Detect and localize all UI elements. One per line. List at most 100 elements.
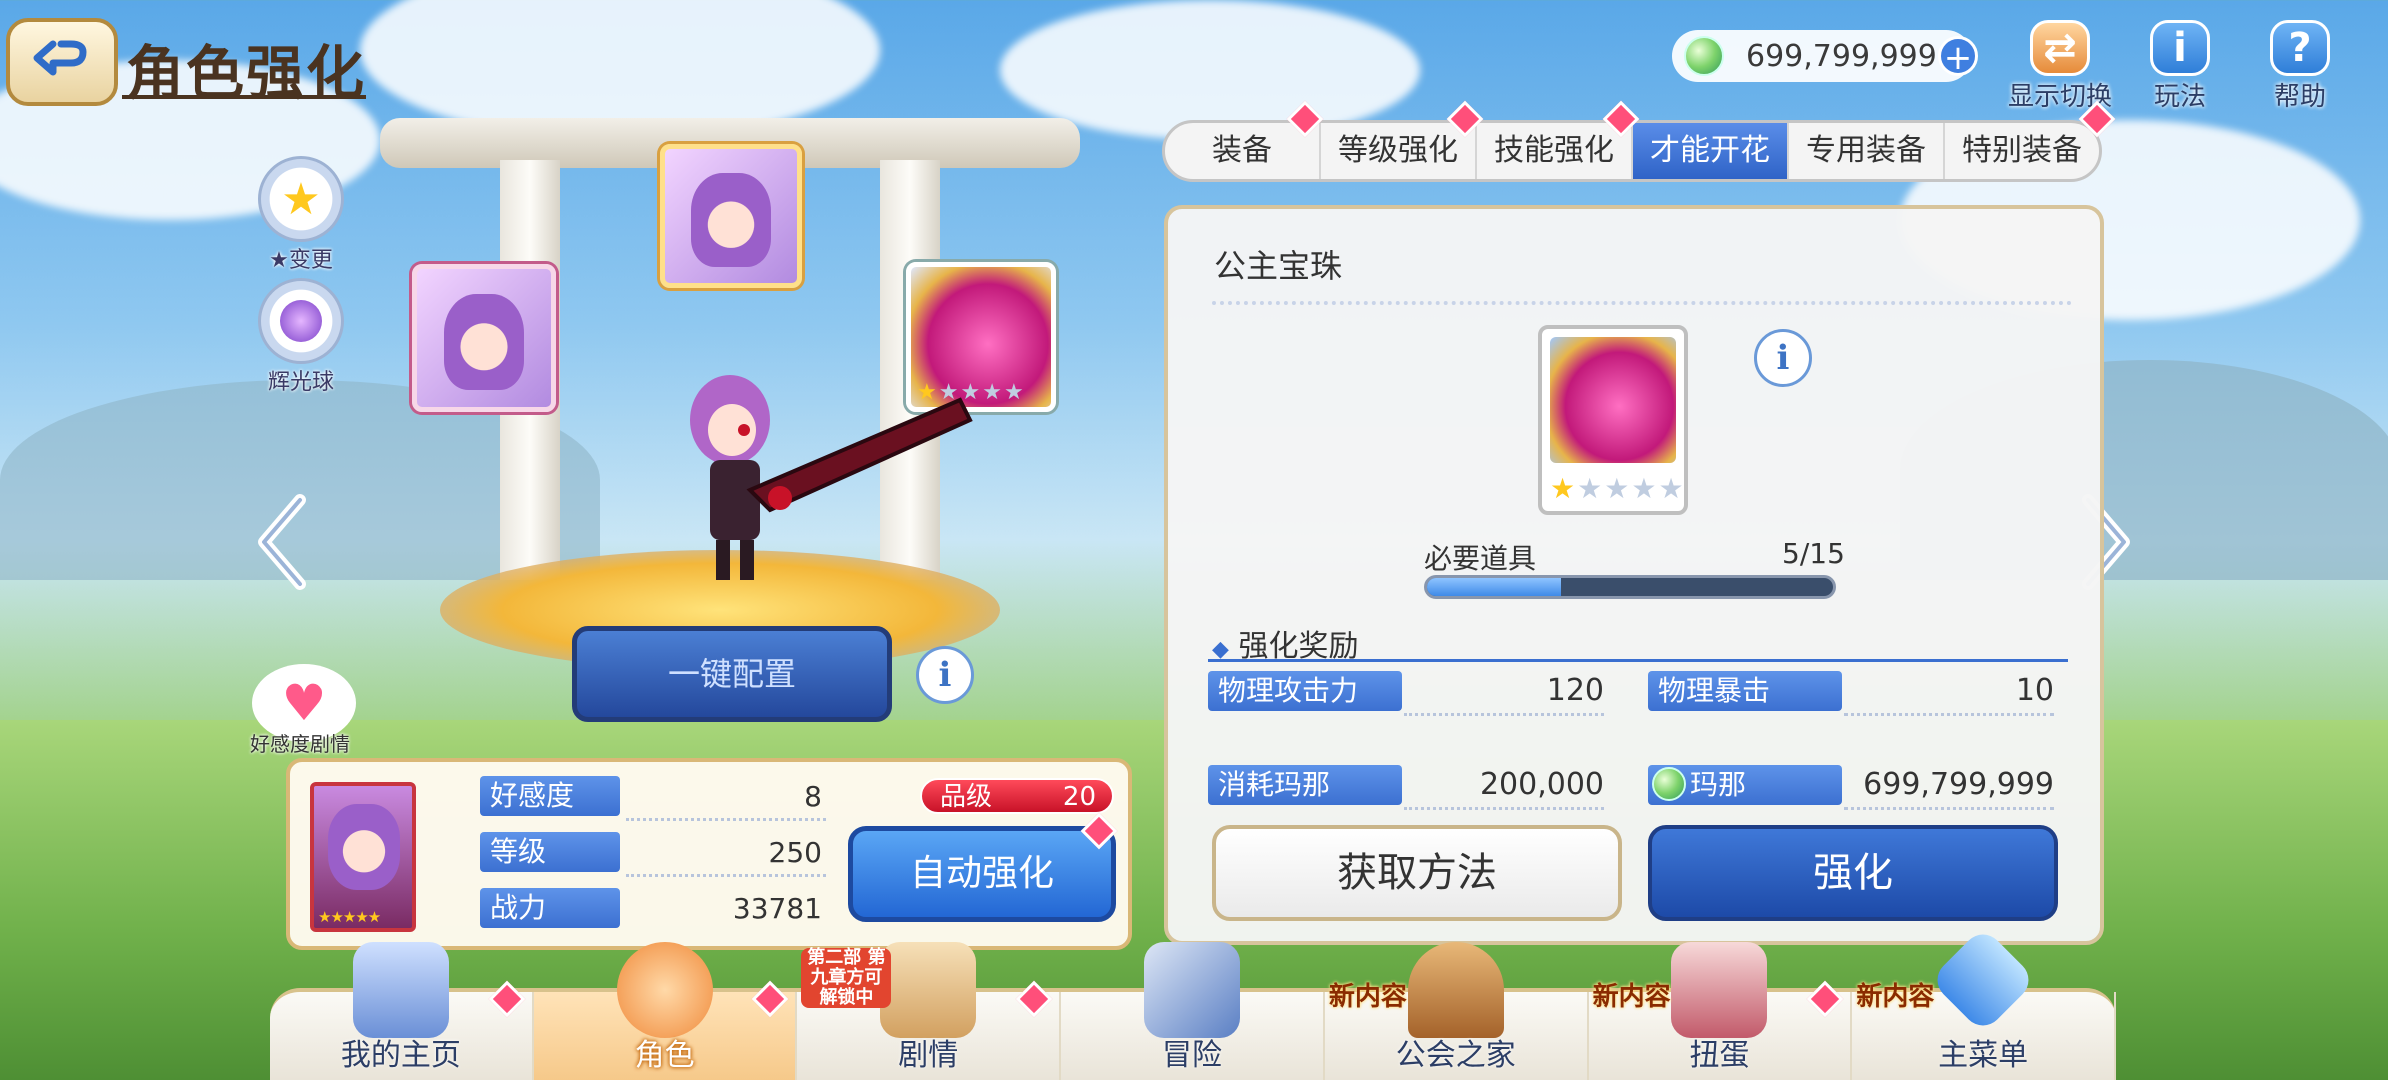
item-stars: ★ ★ ★ ★ ★ <box>1550 472 1684 505</box>
enhance-button[interactable]: 强化 <box>1648 825 2058 921</box>
character-switch-icon: ⇄ <box>2030 20 2090 76</box>
mana-icon <box>1652 767 1686 801</box>
required-items-count: 5/15 <box>1782 537 1845 570</box>
display-toggle-button[interactable]: ⇄ 显示切换 <box>2000 20 2120 113</box>
character-face <box>691 173 771 267</box>
obtain-method-button[interactable]: 获取方法 <box>1212 825 1622 921</box>
star-change-label: ★变更 <box>269 248 333 273</box>
character-icon <box>616 942 713 1038</box>
title-underline <box>122 95 366 99</box>
back-arrow-icon <box>33 40 87 76</box>
level-value: 250 <box>768 836 822 869</box>
gacha-machine-icon <box>1671 942 1768 1038</box>
gameplay-button[interactable]: i 玩法 <box>2120 20 2240 113</box>
mana-value: 699,799,999 <box>1863 767 2054 802</box>
nav-story-label: 剧情 <box>898 1038 959 1073</box>
star-change-button[interactable]: ★ ★变更 <box>258 156 344 274</box>
stat-label: 物理攻击力 <box>1208 671 1402 711</box>
row-divider <box>626 874 826 877</box>
affection-label: 好感度 <box>480 776 620 816</box>
talent-bloom-panel: 公主宝珠 ★ ★ ★ ★ ★ i 必要道具 5/15 ◆ 强化奖励 物理攻击力 120 … <box>1164 205 2104 945</box>
nav-character[interactable]: 角色 <box>533 942 798 1080</box>
affection-story-label: 好感度剧情 <box>250 732 350 756</box>
character-face <box>443 293 525 391</box>
stat-value: 120 <box>1546 673 1604 708</box>
door-icon <box>1407 942 1504 1038</box>
cost-mana-label: 消耗玛那 <box>1208 765 1402 805</box>
heart-icon: ♥ <box>281 674 327 732</box>
glow-orb-button[interactable]: 辉光球 <box>258 278 344 396</box>
required-items-label: 必要道具 <box>1424 542 1537 575</box>
stat-label: 物理暴击 <box>1648 671 1842 711</box>
character-portrait-normal[interactable] <box>412 264 556 412</box>
section-divider <box>1208 659 2068 662</box>
back-button[interactable] <box>6 18 118 106</box>
level-label: 等级 <box>480 832 620 872</box>
nav-character-label: 角色 <box>634 1038 695 1073</box>
nav-story[interactable]: 第二部 第九章方可 解锁中 剧情 <box>797 942 1062 1080</box>
currency-bar: 699,799,999 + <box>1672 30 1978 82</box>
jewel-icon <box>1684 36 1724 76</box>
nav-adventure-label: 冒险 <box>1162 1038 1223 1073</box>
glow-orb-label: 辉光球 <box>267 370 334 395</box>
help-button[interactable]: ? 帮助 <box>2240 20 2360 113</box>
nav-guild-house[interactable]: 新内容 公会之家 <box>1325 942 1589 1080</box>
glow-orb-icon <box>258 278 344 364</box>
princess-orb-item[interactable]: ★ ★ ★ ★ ★ <box>1538 325 1688 515</box>
power-value: 33781 <box>732 892 822 925</box>
jewel-amount: 699,799,999 <box>1746 38 1937 74</box>
nav-main-menu[interactable]: 新内容 主菜单 <box>1852 926 2117 1080</box>
tab-talent-bloom[interactable]: 才能开花 <box>1633 123 1789 179</box>
nav-gacha-label: 扭蛋 <box>1689 1038 1750 1073</box>
rank-value: 20 <box>1062 782 1096 812</box>
rank-label: 品级 <box>940 782 993 812</box>
bottom-navigation: 我的主页 角色 第二部 第九章方可 解锁中 剧情 冒险 新内容 公会之家 新内容… <box>270 926 2117 1080</box>
row-divider <box>626 818 826 821</box>
tab-level-up[interactable]: 等级强化 <box>1321 123 1477 179</box>
new-content-tag: 新内容 <box>1592 982 1671 1012</box>
one-key-config-button[interactable]: 一键配置 <box>572 626 892 722</box>
previous-character-arrow-icon[interactable] <box>252 492 312 592</box>
nav-main-menu-label: 主菜单 <box>1938 1038 2029 1073</box>
sword-flag-icon <box>1144 942 1241 1038</box>
rank-badge: 品级 20 <box>920 778 1114 814</box>
help-label: 帮助 <box>2273 82 2326 112</box>
new-content-tag: 新内容 <box>1856 982 1935 1012</box>
question-icon: ? <box>2270 20 2330 76</box>
tab-unique-equipment[interactable]: 专用装备 <box>1789 123 1945 179</box>
tab-special-equipment[interactable]: 特别装备 <box>1945 123 2099 179</box>
tab-skill-up[interactable]: 技能强化 <box>1477 123 1633 179</box>
info-icon[interactable]: i <box>916 646 974 704</box>
item-info-icon[interactable]: i <box>1754 329 1812 387</box>
row-divider <box>1404 807 1604 810</box>
row-divider <box>1844 807 2054 810</box>
auto-enhance-button[interactable]: 自动强化 <box>848 826 1116 922</box>
info-icon: i <box>2150 20 2210 76</box>
gameplay-label: 玩法 <box>2153 82 2206 112</box>
affection-value: 8 <box>804 780 822 813</box>
nav-guild-house-label: 公会之家 <box>1395 1038 1516 1073</box>
new-content-tag: 新内容 <box>1328 982 1407 1012</box>
castle-icon <box>352 942 449 1038</box>
star-icon: ★ <box>258 156 344 242</box>
add-currency-button[interactable]: + <box>1938 36 1978 77</box>
stat-value: 10 <box>2015 673 2054 708</box>
cost-mana-value: 200,000 <box>1479 767 1604 802</box>
nav-adventure[interactable]: 冒险 <box>1061 942 1325 1080</box>
scroll-icon <box>880 942 977 1038</box>
item-name: 公主宝珠 <box>1214 247 1343 285</box>
nav-home-label: 我的主页 <box>340 1038 461 1073</box>
required-items-progress <box>1424 575 1836 599</box>
character-card[interactable]: ★★★★★ <box>310 782 416 932</box>
character-portrait-bloomed[interactable] <box>660 144 802 288</box>
divider <box>1212 301 2072 305</box>
nav-home[interactable]: 我的主页 <box>270 942 534 1080</box>
row-divider <box>1844 713 2054 716</box>
character-status-panel: ★★★★★ 好感度 8 等级 250 战力 33781 品级 20 自动强化 <box>286 758 1132 950</box>
mana-label-text: 玛那 <box>1690 768 1747 801</box>
mana-label: 玛那 <box>1648 765 1842 805</box>
nav-gacha[interactable]: 新内容 扭蛋 <box>1589 942 1853 1080</box>
character-face <box>328 804 400 890</box>
story-unlock-tag: 第二部 第九章方可 解锁中 <box>801 948 892 1008</box>
tab-equipment[interactable]: 装备 <box>1165 123 1321 179</box>
